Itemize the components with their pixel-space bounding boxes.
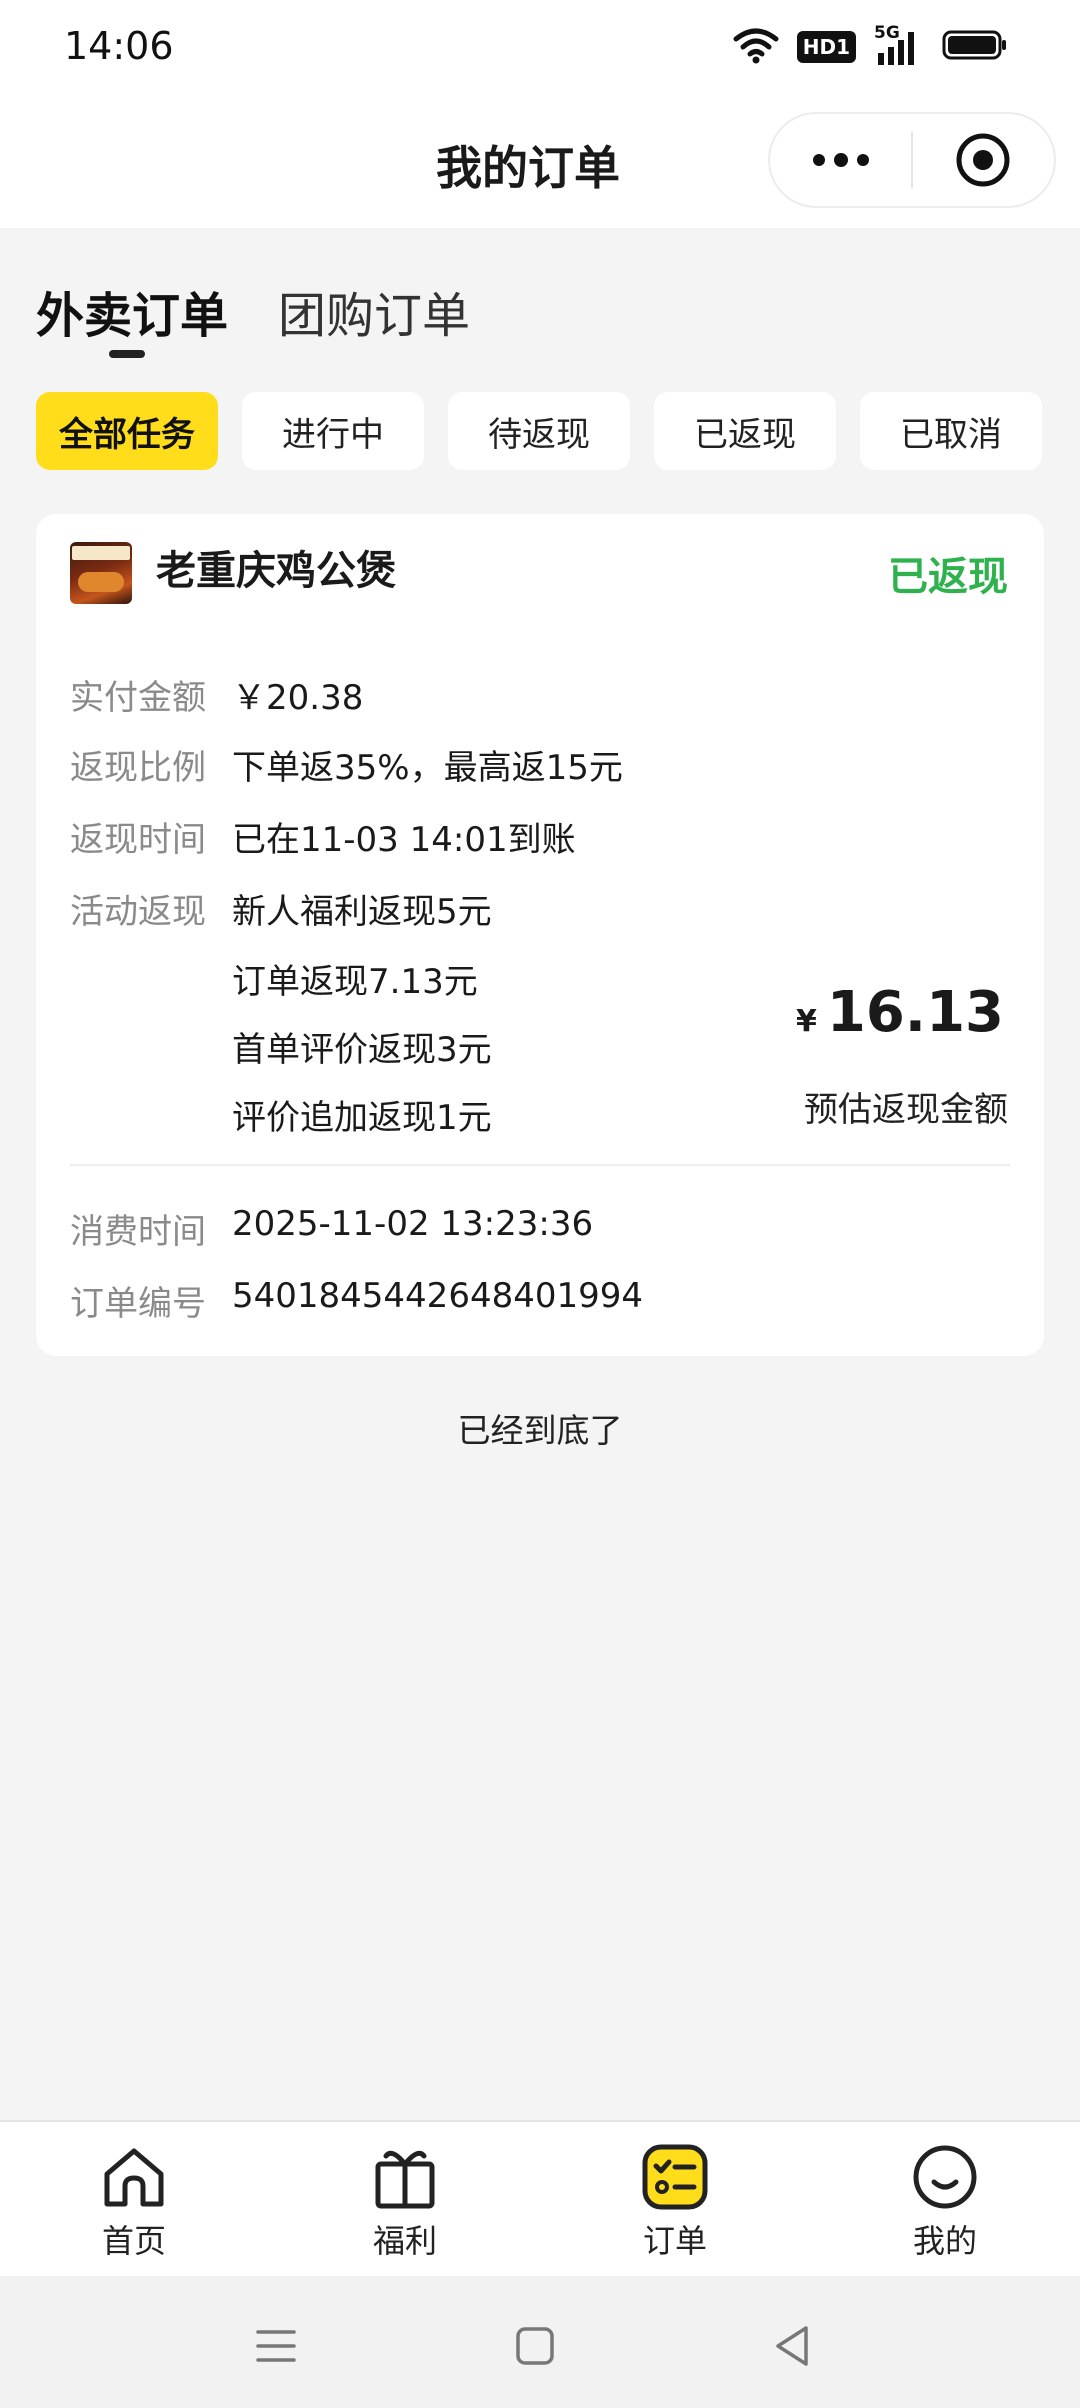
filter-cashback-done[interactable]: 已返现 [654, 392, 836, 470]
consume-time-value: 2025-11-02 13:23:36 [232, 1204, 594, 1244]
order-list-icon [640, 2142, 710, 2212]
filter-cancelled[interactable]: 已取消 [860, 392, 1042, 470]
menu-icon [256, 2330, 296, 2362]
estimated-cashback-value: 16.13 [826, 980, 1004, 1045]
home-icon [99, 2142, 169, 2212]
activity-cashback-label: 活动返现 [70, 892, 206, 932]
card-divider [70, 1164, 1010, 1166]
paid-amount-label: 实付金额 [70, 678, 206, 718]
top-header: 14:06 HD1 5G 我的订单 [0, 0, 1080, 228]
tabbar-orders[interactable]: 订单 [575, 2122, 775, 2278]
page: 14:06 HD1 5G 我的订单 外卖订单 团购订单 全部任务 进行中 待返现… [0, 0, 1080, 2408]
order-number-label: 订单编号 [70, 1284, 206, 1324]
back-button[interactable] [762, 2316, 822, 2376]
active-tab-indicator [109, 350, 145, 358]
close-mini-program-button[interactable] [913, 114, 1054, 206]
cashback-ratio-value: 下单返35%，最高返15元 [232, 748, 623, 788]
hd-badge: HD1 [796, 31, 856, 63]
estimated-cashback-amount: ¥ 16.13 [796, 980, 1004, 1045]
order-type-tabs: 外卖订单 团购订单 [36, 276, 470, 346]
more-dots-icon [812, 153, 869, 167]
activity-item: 新人福利返现5元 [232, 892, 492, 932]
end-of-list-text: 已经到底了 [457, 1411, 623, 1450]
tab-takeout-orders[interactable]: 外卖订单 [36, 276, 228, 346]
cashback-time-label: 返现时间 [70, 820, 206, 860]
consume-time-label: 消费时间 [70, 1212, 206, 1252]
order-number-value[interactable]: 5401845442648401994 [232, 1276, 643, 1316]
activity-item: 订单返现7.13元 [232, 962, 478, 1002]
activity-item: 评价追加返现1元 [232, 1098, 492, 1138]
tabbar-welfare-label: 福利 [372, 2222, 437, 2260]
shop-name: 老重庆鸡公煲 [156, 548, 396, 594]
tabbar-profile-label: 我的 [912, 2222, 977, 2260]
tabbar-orders-label: 订单 [642, 2222, 707, 2260]
filter-pending-cashback[interactable]: 待返现 [448, 392, 630, 470]
target-icon [956, 133, 1010, 187]
activity-item: 首单评价返现3元 [232, 1030, 492, 1070]
estimated-cashback-label: 预估返现金额 [804, 1090, 1008, 1130]
tab-group-buy-orders[interactable]: 团购订单 [278, 276, 470, 346]
tabbar-home[interactable]: 首页 [34, 2122, 234, 2278]
filter-in-progress[interactable]: 进行中 [242, 392, 424, 470]
cashback-ratio-label: 返现比例 [70, 748, 206, 788]
system-navigation-bar [0, 2276, 1080, 2408]
tabbar-profile[interactable]: 我的 [845, 2122, 1045, 2278]
wifi-icon [733, 26, 779, 68]
home-nav-button[interactable] [505, 2316, 565, 2376]
filter-all[interactable]: 全部任务 [36, 392, 218, 470]
status-filters: 全部任务 进行中 待返现 已返现 已取消 [36, 392, 1042, 470]
profile-icon [910, 2142, 980, 2212]
back-triangle-icon [776, 2326, 808, 2366]
bottom-tab-bar: 首页 福利 订单 我的 [0, 2120, 1080, 2276]
paid-amount-value: ￥20.38 [232, 678, 364, 718]
cashback-time-value: 已在11-03 14:01到账 [232, 820, 576, 860]
tabbar-home-label: 首页 [101, 2222, 166, 2260]
mini-program-capsule [768, 112, 1056, 208]
order-status-badge: 已返现 [888, 554, 1008, 600]
status-time: 14:06 [64, 24, 174, 68]
signal-icon: 5G [874, 23, 924, 67]
tabbar-welfare[interactable]: 福利 [305, 2122, 505, 2278]
shop-logo [70, 542, 132, 604]
square-icon [516, 2327, 554, 2365]
menu-button[interactable] [246, 2316, 306, 2376]
gift-icon [370, 2142, 440, 2212]
currency-symbol: ¥ [795, 1004, 817, 1039]
more-button[interactable] [770, 114, 911, 206]
battery-icon [942, 29, 1008, 65]
order-card[interactable]: 老重庆鸡公煲 已返现 实付金额 ￥20.38 返现比例 下单返35%，最高返15… [36, 514, 1044, 1356]
status-icons: HD1 5G [733, 23, 1008, 68]
